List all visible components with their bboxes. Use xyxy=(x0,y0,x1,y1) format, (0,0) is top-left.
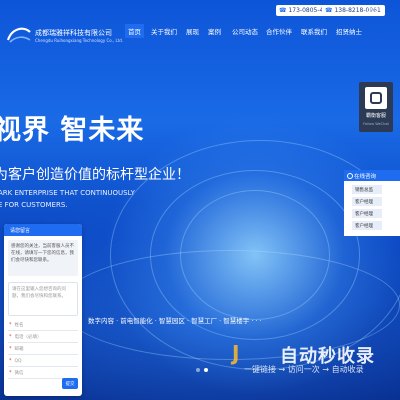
agent-item[interactable]: 客户经理 xyxy=(352,221,382,230)
agent-item[interactable]: 销售总监 xyxy=(352,185,382,194)
wechat-service-sub: Follow WeChat xyxy=(363,122,389,126)
required-mark: * xyxy=(9,322,12,328)
nav-item-home[interactable]: 首页 xyxy=(125,24,144,38)
hero-headline: 视界 智未来 xyxy=(0,115,145,146)
nav-item-cases[interactable]: 案例 xyxy=(208,26,221,36)
site-header: 成都瑞雅祥科技有限公司 Chengdu Ruihongxiang Technol… xyxy=(0,0,400,46)
submit-button[interactable]: 提交 xyxy=(62,378,78,389)
nav-item-contact[interactable]: 联系我们 xyxy=(301,26,327,36)
name-field[interactable]: * 姓名 xyxy=(8,320,78,331)
agent-item[interactable]: 客户经理 xyxy=(352,209,382,218)
phone-field-placeholder: 电话（必填） xyxy=(14,335,42,340)
language-switch[interactable]: 中文 ⌄ xyxy=(367,6,386,15)
company-logo[interactable] xyxy=(6,26,32,44)
phone-field[interactable]: * 电话（必填） xyxy=(8,332,78,343)
company-name-en: Chengdu Ruihongxiang Technology Co., Ltd… xyxy=(35,38,124,43)
message-greeting: 感谢您的关注，当前客服人员不在线，请填写一下您的信息，我们会尽快和您联系。 xyxy=(8,240,78,276)
nav-item-about[interactable]: 关于我们 xyxy=(151,26,177,36)
service-list: 数字内容 · 前电智能化 · 智慧园区 · 智慧工厂 · 智慧楼宇 · · · xyxy=(88,317,262,325)
online-consult-title[interactable]: 在线咨询 xyxy=(344,170,400,181)
nav-item-partners[interactable]: 合作伙伴 xyxy=(266,26,292,36)
phone-icon: ☎ xyxy=(279,7,287,14)
wechat-icon xyxy=(365,87,387,109)
wechat-service-widget[interactable]: 霸衡客服 Follow WeChat xyxy=(359,82,393,132)
wechat-service-label: 霸衡客服 xyxy=(365,113,386,119)
name-field-placeholder: 姓名 xyxy=(14,323,24,328)
slider-dot[interactable] xyxy=(204,368,208,372)
required-mark: * xyxy=(9,358,12,364)
required-mark: * xyxy=(9,346,12,352)
company-name: 成都瑞雅祥科技有限公司 xyxy=(35,29,112,37)
watermark-subtitle: 一键链接 → 访问一次 → 自动收录 xyxy=(244,365,364,374)
required-mark: * xyxy=(9,370,12,376)
message-widget-title[interactable]: 请您留言 xyxy=(4,224,82,236)
qq-field-placeholder: QQ xyxy=(14,358,22,364)
email-field-placeholder: 邮箱 xyxy=(14,347,24,352)
message-widget: 请您留言 感谢您的关注，当前客服人员不在线，请填写一下您的信息，我们会尽快和您联… xyxy=(4,224,82,396)
hero-subline: 为客户创造价值的标杆型企业！ xyxy=(0,167,190,183)
hero-english-line: E FOR CUSTOMERS. xyxy=(0,201,68,209)
required-mark: * xyxy=(9,334,12,340)
nav-item-news[interactable]: 公司动态 xyxy=(232,26,258,36)
online-consult-panel: 在线咨询 销售总监 客户经理 客户经理 客户经理 xyxy=(344,170,400,236)
email-field[interactable]: * 邮箱 xyxy=(8,344,78,355)
qq-field[interactable]: * QQ xyxy=(8,356,78,367)
phone-icon: ☎ xyxy=(325,7,333,14)
agent-item[interactable]: 客户经理 xyxy=(352,197,382,206)
hero-english-line: ARK ENTERPRISE THAT CONTINUOUSLY xyxy=(0,189,135,197)
wechat-field-placeholder: 微信 xyxy=(14,371,24,376)
watermark-logo: J xyxy=(232,341,240,365)
message-textarea[interactable]: 请在这里输入您想咨询的问题，我们会尽快和您联系。 xyxy=(8,282,78,316)
nav-item-showcase[interactable]: 展现 xyxy=(186,26,199,36)
slider-dot[interactable] xyxy=(196,368,200,372)
nav-item-careers[interactable]: 招贤纳士 xyxy=(336,26,362,36)
